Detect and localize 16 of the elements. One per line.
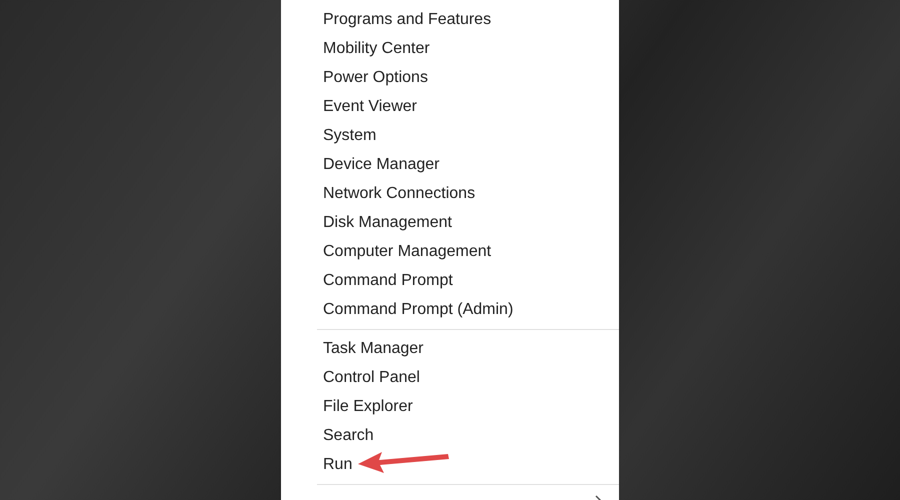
menu-item[interactable]: Control Panel <box>281 363 619 392</box>
menu-item[interactable]: Device Manager <box>281 150 619 179</box>
menu-item[interactable]: Power Options <box>281 63 619 92</box>
menu-item[interactable]: Task Manager <box>281 334 619 363</box>
menu-item[interactable]: Command Prompt (Admin) <box>281 295 619 324</box>
menu-item[interactable]: Search <box>281 421 619 450</box>
menu-item[interactable]: Event Viewer <box>281 92 619 121</box>
menu-item[interactable]: Run <box>281 450 619 479</box>
menu-item[interactable]: Network Connections <box>281 179 619 208</box>
menu-item[interactable]: Programs and Features <box>281 5 619 34</box>
menu-item[interactable]: Mobility Center <box>281 34 619 63</box>
menu-item[interactable]: Computer Management <box>281 237 619 266</box>
menu-item[interactable]: File Explorer <box>281 392 619 421</box>
menu-item[interactable]: Command Prompt <box>281 266 619 295</box>
menu-item[interactable]: System <box>281 121 619 150</box>
menu-item[interactable]: Disk Management <box>281 208 619 237</box>
